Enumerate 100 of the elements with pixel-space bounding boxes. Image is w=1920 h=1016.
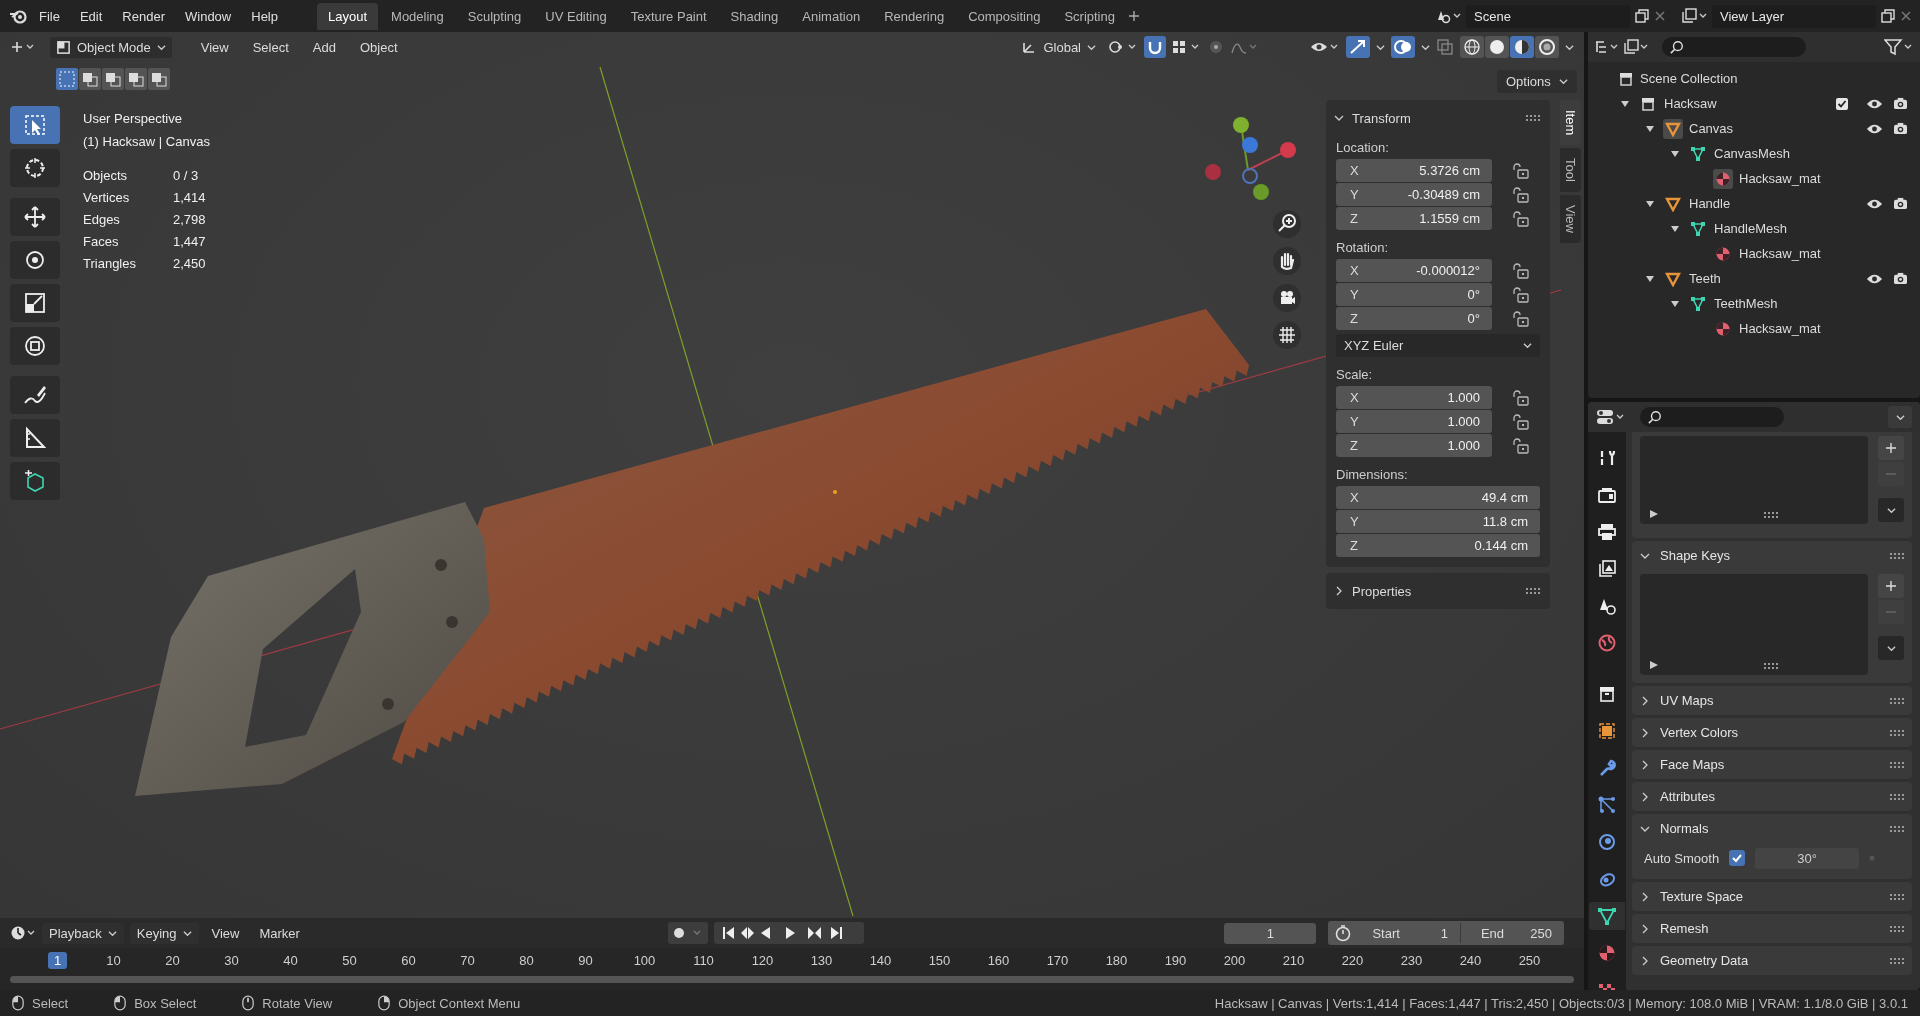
number-field[interactable]: Z 0.144 cm bbox=[1336, 534, 1540, 557]
disclosure-triangle-icon[interactable] bbox=[1671, 149, 1679, 158]
menu-item[interactable]: View bbox=[204, 922, 247, 944]
disclosure-triangle-icon[interactable] bbox=[1646, 124, 1654, 133]
number-field[interactable]: Y -0.30489 cm bbox=[1336, 183, 1492, 206]
number-field[interactable]: Z 1.1559 cm bbox=[1336, 207, 1492, 230]
disclosure-triangle-icon[interactable] bbox=[1671, 224, 1679, 233]
menu-item[interactable]: Window bbox=[176, 4, 241, 28]
workspace-tab[interactable]: Modeling bbox=[380, 2, 455, 30]
expand-icon[interactable] bbox=[1640, 955, 1650, 966]
caret-icon[interactable] bbox=[1087, 42, 1096, 52]
editor-type-icon[interactable] bbox=[10, 39, 36, 55]
tool-button[interactable] bbox=[10, 376, 60, 414]
sidebar-tab[interactable]: Item bbox=[1560, 100, 1581, 146]
collapse-icon[interactable] bbox=[1334, 113, 1344, 123]
clock-icon[interactable] bbox=[10, 925, 36, 941]
tool-button[interactable] bbox=[10, 241, 60, 279]
eye-icon[interactable] bbox=[1866, 122, 1883, 135]
grid-icon[interactable] bbox=[1273, 321, 1301, 349]
view-layer-field[interactable]: View Layer bbox=[1712, 4, 1876, 28]
pivot-icon[interactable] bbox=[1108, 39, 1138, 55]
caret-icon[interactable] bbox=[1886, 505, 1896, 515]
search-field[interactable] bbox=[1640, 407, 1784, 427]
drag-handle-icon[interactable] bbox=[1890, 957, 1904, 964]
tool-button[interactable] bbox=[10, 419, 60, 457]
panel-title[interactable]: Texture Space bbox=[1660, 889, 1744, 904]
rotation-mode-dropdown[interactable]: XYZ Euler bbox=[1336, 334, 1540, 357]
number-field[interactable]: X 49.4 cm bbox=[1336, 486, 1540, 509]
close-icon[interactable] bbox=[1900, 10, 1912, 22]
drag-handle-icon[interactable] bbox=[1890, 552, 1904, 559]
selection-mode-icons[interactable] bbox=[56, 68, 172, 90]
menu-item[interactable]: Playback bbox=[42, 922, 124, 944]
caret-icon[interactable] bbox=[1523, 341, 1532, 350]
caret-icon[interactable] bbox=[1558, 77, 1568, 86]
menu-item[interactable]: Render bbox=[113, 4, 174, 28]
panel-title[interactable]: Remesh bbox=[1660, 921, 1709, 936]
outliner-item[interactable]: HandleMesh bbox=[1714, 221, 1787, 236]
drag-handle-icon[interactable] bbox=[1764, 512, 1778, 518]
sidebar-tab[interactable]: View bbox=[1560, 195, 1581, 244]
specials-button[interactable] bbox=[1878, 636, 1904, 660]
app-logo-icon[interactable] bbox=[8, 8, 28, 24]
caret-icon[interactable] bbox=[1895, 412, 1905, 422]
panel-title[interactable]: Attributes bbox=[1660, 789, 1715, 804]
outliner-item[interactable]: Canvas bbox=[1689, 121, 1734, 136]
unlocked-icon[interactable] bbox=[1512, 186, 1530, 203]
unlocked-icon[interactable] bbox=[1512, 413, 1530, 430]
number-field[interactable]: Y 11.8 cm bbox=[1336, 510, 1540, 533]
outliner-item[interactable]: Handle bbox=[1689, 196, 1731, 211]
tool-button[interactable] bbox=[10, 149, 60, 187]
movie-camera-icon[interactable] bbox=[1273, 284, 1301, 312]
camera-icon[interactable] bbox=[1893, 197, 1908, 210]
sidebar-tab[interactable]: Tool bbox=[1560, 148, 1581, 193]
checkbox[interactable] bbox=[1836, 97, 1848, 110]
caret-icon[interactable] bbox=[107, 928, 117, 938]
workspace-tab[interactable]: Texture Paint bbox=[619, 2, 718, 30]
workspace-tab[interactable]: Shading bbox=[719, 2, 790, 30]
panel-title[interactable]: Vertex Colors bbox=[1660, 725, 1739, 740]
playback-controls-icon[interactable] bbox=[713, 922, 864, 944]
outliner-item[interactable]: Hacksaw_mat bbox=[1739, 246, 1821, 261]
outliner-item[interactable]: TeethMesh bbox=[1714, 296, 1778, 311]
caret-icon[interactable] bbox=[1886, 643, 1896, 653]
item-type-button[interactable] bbox=[1663, 118, 1683, 139]
number-field[interactable]: X 1.000 bbox=[1336, 386, 1492, 409]
menu-item[interactable]: Keying bbox=[129, 922, 199, 944]
workspace-tab[interactable]: Sculpting bbox=[456, 2, 533, 30]
menu-item[interactable]: View bbox=[191, 36, 238, 58]
panel-title[interactable]: Transform bbox=[1352, 110, 1411, 126]
drag-handle-icon[interactable] bbox=[1890, 925, 1904, 932]
angle-field[interactable]: 30° bbox=[1755, 847, 1860, 869]
close-icon[interactable] bbox=[1654, 10, 1666, 22]
workspace-tab[interactable]: UV Editing bbox=[534, 2, 618, 30]
properties-tab[interactable] bbox=[1589, 902, 1625, 930]
drag-handle-icon[interactable] bbox=[1526, 588, 1540, 594]
scene-field[interactable]: Scene bbox=[1466, 4, 1630, 28]
options-dropdown[interactable]: Options bbox=[1497, 70, 1577, 93]
expand-icon[interactable] bbox=[1640, 759, 1650, 770]
drag-handle-icon[interactable] bbox=[1890, 793, 1904, 800]
disclosure-triangle-icon[interactable] bbox=[1646, 199, 1654, 208]
workspace-tab[interactable]: Scripting bbox=[1053, 2, 1126, 30]
menu-item[interactable]: File bbox=[30, 4, 69, 28]
menu-item[interactable]: Help bbox=[242, 4, 287, 28]
number-field[interactable]: Y 0° bbox=[1336, 283, 1492, 306]
images-icon[interactable] bbox=[1682, 8, 1708, 24]
zoom-icon[interactable] bbox=[1273, 210, 1301, 238]
eye-icon[interactable] bbox=[1866, 97, 1883, 110]
disclosure-triangle-icon[interactable] bbox=[1671, 299, 1679, 308]
tool-button[interactable] bbox=[10, 198, 60, 236]
drag-handle-icon[interactable] bbox=[1890, 893, 1904, 900]
toggle-switches-icon[interactable] bbox=[1596, 408, 1626, 426]
caret-icon[interactable] bbox=[1421, 42, 1430, 52]
disclosure-triangle-icon[interactable] bbox=[1621, 99, 1629, 108]
caret-icon[interactable] bbox=[156, 42, 166, 52]
add-icon[interactable] bbox=[1127, 10, 1140, 22]
eye-icon[interactable] bbox=[1866, 197, 1883, 210]
number-field[interactable]: Z 1.000 bbox=[1336, 434, 1492, 457]
copy-icon[interactable] bbox=[1634, 8, 1650, 24]
play-icon[interactable] bbox=[1650, 510, 1658, 518]
unlocked-icon[interactable] bbox=[1512, 286, 1530, 303]
number-field[interactable]: X 5.3726 cm bbox=[1336, 159, 1492, 182]
panel-title[interactable]: Geometry Data bbox=[1660, 953, 1749, 968]
